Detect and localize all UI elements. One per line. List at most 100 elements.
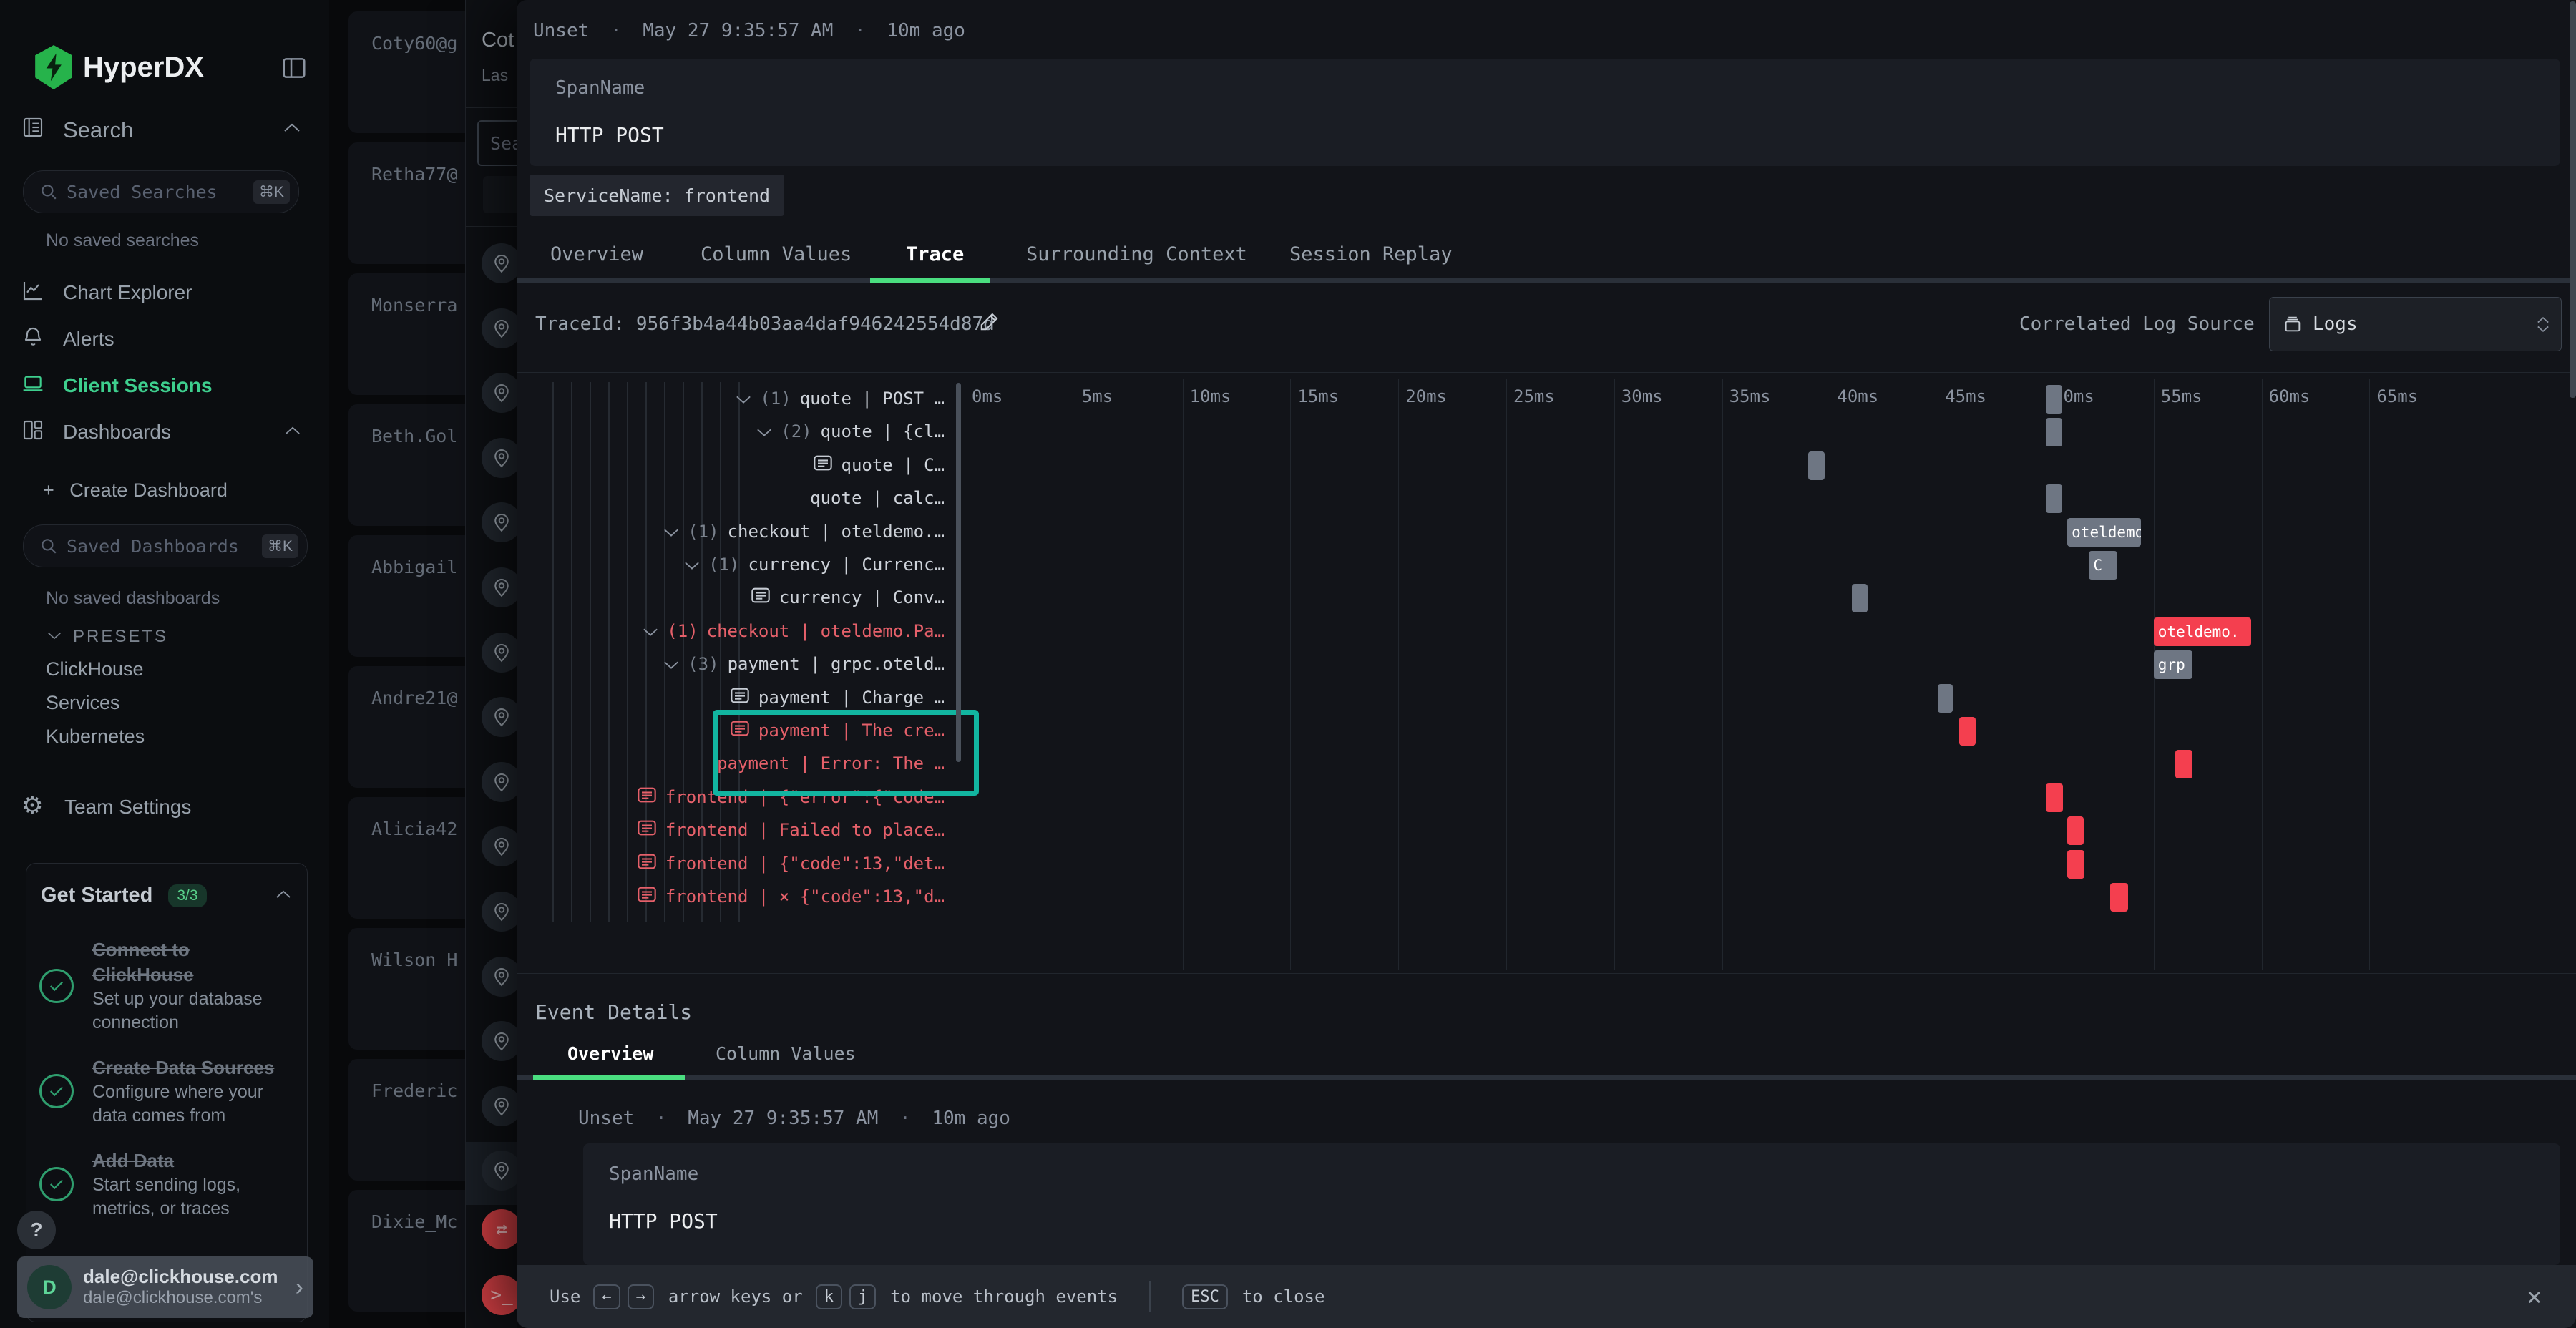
location-pin-icon[interactable] xyxy=(482,373,522,413)
trace-tree-row[interactable]: currency | Conv… xyxy=(530,581,955,614)
session-card[interactable]: Alicia42 xyxy=(348,797,474,919)
location-pin-icon[interactable] xyxy=(482,762,522,802)
terminal-icon[interactable]: >_ xyxy=(482,1275,522,1315)
location-pin-icon[interactable] xyxy=(482,633,522,673)
chevron-down-icon[interactable] xyxy=(663,654,679,674)
waterfall-bar[interactable]: C xyxy=(2089,551,2117,580)
waterfall-bar[interactable] xyxy=(1938,684,1953,713)
trace-tree-row[interactable]: quote | calc… xyxy=(530,482,955,514)
trace-tree-row[interactable]: (1)quote | POST … xyxy=(530,382,955,415)
arrow-right-key[interactable]: → xyxy=(628,1284,654,1309)
sidebar-item-dashboards[interactable]: Dashboards xyxy=(63,421,171,444)
waterfall-bar[interactable] xyxy=(2046,418,2062,446)
event-details-tab-overview[interactable]: Overview xyxy=(567,1043,653,1064)
waterfall-bar[interactable]: oteldemo. xyxy=(2067,518,2141,547)
collapse-sidebar-icon[interactable] xyxy=(280,54,308,85)
trace-tree-row[interactable]: (3)payment | grpc.oteld… xyxy=(530,648,955,680)
sidebar-item-search[interactable]: Search xyxy=(63,117,133,143)
trace-tree-row[interactable]: frontend | {"code":13,"det… xyxy=(530,847,955,880)
session-card[interactable]: Wilson_H xyxy=(348,928,474,1050)
waterfall-bar[interactable] xyxy=(2046,484,2062,513)
tree-scrollbar[interactable] xyxy=(956,383,961,762)
location-pin-icon[interactable] xyxy=(482,502,522,542)
location-pin-icon[interactable] xyxy=(482,308,522,348)
trace-tree-row[interactable]: (1)checkout | oteldemo.… xyxy=(530,515,955,548)
waterfall-bar[interactable] xyxy=(1852,584,1868,612)
chevron-down-icon[interactable] xyxy=(756,421,772,441)
session-card[interactable]: Retha77@ xyxy=(348,142,474,264)
location-pin-icon[interactable] xyxy=(482,697,522,737)
sidebar-item-alerts[interactable]: Alerts xyxy=(63,328,114,351)
preset-services[interactable]: Services xyxy=(46,692,120,714)
create-dashboard-button[interactable]: + Create Dashboard xyxy=(43,479,228,502)
chevron-down-icon[interactable] xyxy=(684,555,700,575)
location-pin-icon[interactable] xyxy=(482,567,522,607)
tab-surrounding-context[interactable]: Surrounding Context xyxy=(1026,243,1247,265)
tab-overview[interactable]: Overview xyxy=(550,243,643,265)
sidebar-item-team-settings[interactable]: Team Settings xyxy=(64,796,191,819)
waterfall-bar[interactable] xyxy=(2067,816,2084,845)
service-name-chip[interactable]: ServiceName: frontend xyxy=(530,175,784,216)
chevron-down-icon[interactable] xyxy=(643,621,658,641)
session-card[interactable]: Frederic xyxy=(348,1059,474,1181)
session-card[interactable]: Andre21@ xyxy=(348,666,474,788)
location-pin-icon[interactable] xyxy=(482,1151,522,1191)
waterfall-bar[interactable] xyxy=(2046,385,2062,414)
location-pin-icon[interactable] xyxy=(482,892,522,932)
chevron-down-icon[interactable] xyxy=(736,389,751,409)
location-pin-icon[interactable] xyxy=(482,243,522,283)
saved-searches-input[interactable]: Saved Searches ⌘K xyxy=(23,170,299,213)
panel-scrollbar[interactable] xyxy=(2570,1,2576,398)
chevron-up-icon[interactable] xyxy=(283,122,301,137)
presets-toggle[interactable]: PRESETS xyxy=(47,627,168,647)
chevron-down-icon[interactable] xyxy=(663,522,679,542)
log-source-select[interactable]: Logs xyxy=(2269,297,2562,351)
session-card[interactable]: Abbigail xyxy=(348,535,474,657)
location-pin-icon[interactable] xyxy=(482,826,522,866)
session-card[interactable]: Beth.Gol xyxy=(348,404,474,526)
get-started-item[interactable]: Connect to ClickHouseSet up your databas… xyxy=(39,937,293,1034)
waterfall-bar[interactable]: oteldemo. xyxy=(2154,617,2251,646)
user-menu[interactable]: D dale@clickhouse.com dale@clickhouse.co… xyxy=(17,1256,313,1318)
k-key[interactable]: k xyxy=(816,1284,842,1309)
arrow-left-key[interactable]: ← xyxy=(593,1284,620,1309)
location-pin-icon[interactable] xyxy=(482,438,522,478)
preset-kubernetes[interactable]: Kubernetes xyxy=(46,726,145,748)
waterfall-bar[interactable] xyxy=(2110,883,2127,912)
session-card[interactable]: Monserra xyxy=(348,273,474,395)
chevron-up-icon[interactable] xyxy=(275,889,291,903)
j-key[interactable]: j xyxy=(849,1284,876,1309)
swap-icon[interactable]: ⇄ xyxy=(482,1209,522,1249)
trace-tree-row[interactable]: quote | C… xyxy=(530,449,955,482)
tab-trace[interactable]: Trace xyxy=(906,243,964,265)
edit-pencil-icon[interactable] xyxy=(979,311,1000,336)
trace-tree-row[interactable]: frontend | ⨯ {"code":13,"d… xyxy=(530,880,955,913)
esc-key[interactable]: ESC xyxy=(1182,1284,1228,1309)
close-icon[interactable]: ✕ xyxy=(2527,1282,2542,1311)
waterfall-bar[interactable] xyxy=(2067,850,2084,879)
trace-tree-row[interactable]: frontend | Failed to place… xyxy=(530,814,955,846)
sidebar-item-chart-explorer[interactable]: Chart Explorer xyxy=(63,281,192,304)
waterfall-bar[interactable] xyxy=(1808,451,1825,480)
location-pin-icon[interactable] xyxy=(482,1021,522,1061)
sidebar-item-client-sessions[interactable]: Client Sessions xyxy=(63,374,213,397)
preset-clickhouse[interactable]: ClickHouse xyxy=(46,658,144,680)
session-card[interactable]: Dixie_Mc xyxy=(348,1190,474,1312)
trace-tree-row[interactable]: (1)checkout | oteldemo.Pa… xyxy=(530,615,955,648)
event-details-tab-column-values[interactable]: Column Values xyxy=(716,1043,856,1064)
chevron-up-icon[interactable] xyxy=(285,425,301,439)
trace-tree-row[interactable]: (1)currency | Currenc… xyxy=(530,548,955,581)
waterfall-bar[interactable] xyxy=(1959,717,1976,746)
help-button[interactable]: ? xyxy=(17,1211,56,1249)
trace-tree-row[interactable]: (2)quote | {cl… xyxy=(530,415,955,448)
get-started-item[interactable]: Create Data SourcesConfigure where your … xyxy=(39,1055,293,1127)
location-pin-icon[interactable] xyxy=(482,1086,522,1126)
tab-column-values[interactable]: Column Values xyxy=(701,243,852,265)
saved-dashboards-input[interactable]: Saved Dashboards ⌘K xyxy=(23,524,308,567)
session-card[interactable]: Coty60@g xyxy=(348,11,474,133)
location-pin-icon[interactable] xyxy=(482,957,522,997)
get-started-item[interactable]: Add DataStart sending logs, metrics, or … xyxy=(39,1148,293,1220)
trace-tree-row[interactable]: payment | Charge … xyxy=(530,681,955,714)
waterfall-bar[interactable] xyxy=(2175,750,2192,778)
waterfall-bar[interactable]: grp xyxy=(2154,650,2192,679)
